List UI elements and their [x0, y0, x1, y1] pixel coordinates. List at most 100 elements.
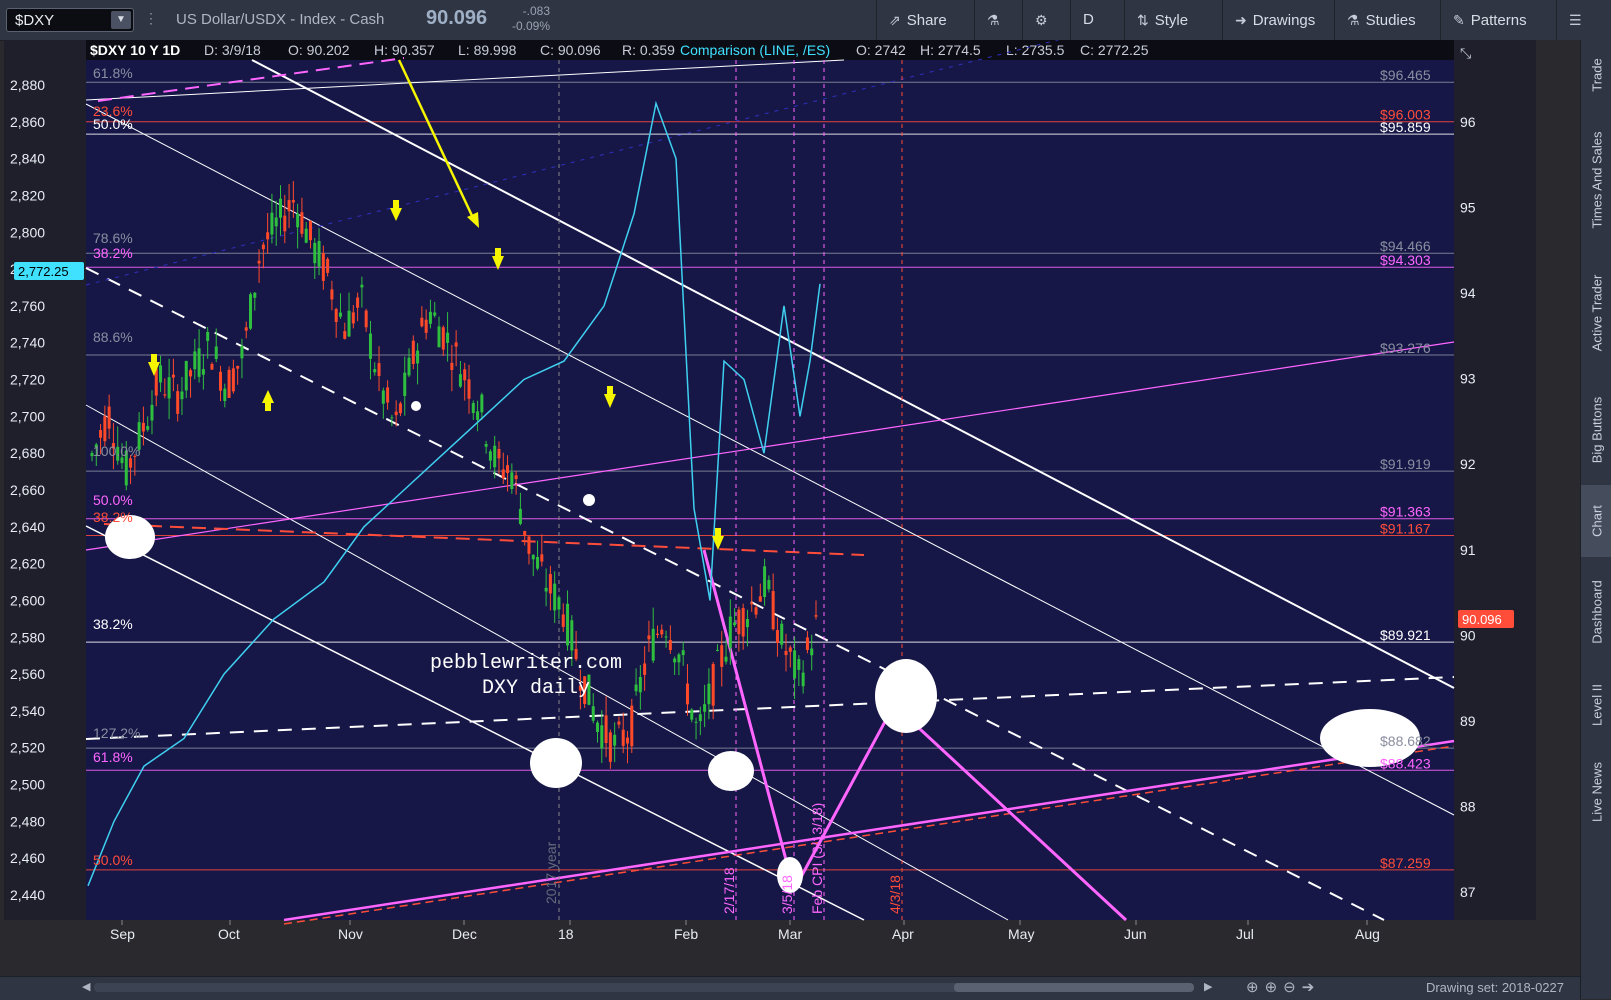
- candle-body: [630, 705, 634, 747]
- candle-body: [540, 554, 544, 562]
- candle-body: [775, 629, 779, 643]
- candle-body: [390, 417, 394, 419]
- candle-body: [296, 213, 300, 228]
- scroll-right-icon[interactable]: ▶: [1204, 980, 1212, 993]
- candle-body: [805, 637, 809, 650]
- patterns-button[interactable]: ✎ Patterns: [1440, 0, 1556, 40]
- symbol-dropdown-icon[interactable]: ▼: [111, 11, 131, 29]
- left-tick-label: 2,500: [10, 777, 45, 793]
- candle-body: [304, 228, 308, 243]
- rail-tab-big-buttons[interactable]: Big Buttons: [1581, 375, 1611, 485]
- vlabel-d3: 4/3/18: [887, 875, 903, 914]
- style-button[interactable]: ⇅ Style: [1124, 0, 1222, 40]
- left-tick-label: 2,520: [10, 740, 45, 756]
- flask-button[interactable]: ⚗: [974, 0, 1022, 40]
- level-label: $88.682: [1380, 733, 1431, 749]
- symbol-input[interactable]: $DXY ▼: [6, 8, 134, 32]
- rail-tab-level-ii[interactable]: Level II: [1581, 667, 1611, 742]
- right-rail: Trade Times And Sales Active Trader Big …: [1580, 40, 1611, 999]
- symbol-text: $DXY: [15, 12, 55, 29]
- fib-label: 88.6%: [93, 329, 133, 345]
- candle-body: [596, 722, 600, 733]
- left-tick-label: 2,480: [10, 813, 45, 829]
- level-label: $96.465: [1380, 67, 1431, 83]
- level-label: $87.259: [1380, 855, 1431, 871]
- candle-body: [634, 684, 638, 692]
- rail-tab-trade[interactable]: Trade: [1581, 40, 1611, 110]
- candle-body: [737, 609, 741, 635]
- candle-body: [163, 394, 167, 396]
- candle-body: [398, 403, 402, 414]
- x-tick-label: Oct: [218, 926, 240, 942]
- candle-body: [308, 221, 312, 241]
- left-tick-label: 2,880: [10, 77, 45, 93]
- candle-body: [428, 311, 432, 324]
- candle-body: [617, 721, 621, 725]
- candle-body: [681, 650, 685, 656]
- candle-body: [249, 294, 253, 329]
- rail-tab-live-news[interactable]: Live News: [1581, 742, 1611, 842]
- fib-label: 61.8%: [93, 65, 133, 81]
- time-scrollbar[interactable]: [94, 983, 1194, 992]
- candle-body: [338, 312, 342, 317]
- rail-label: Level II: [1589, 683, 1604, 726]
- menu-button[interactable]: ☰: [1556, 0, 1611, 40]
- share-button[interactable]: ⇗ Share: [876, 0, 974, 40]
- candle-body: [219, 371, 223, 391]
- candle-body: [291, 199, 295, 203]
- header-comp-low: L: 2735.5: [1006, 42, 1065, 58]
- candle-body: [553, 583, 557, 611]
- left-tick-label: 2,600: [10, 592, 45, 608]
- bottom-bar: ◀ ▶ ⊕⊕⊖➔ Drawing set: 2018-0227: [0, 976, 1580, 1000]
- candle-body: [506, 465, 510, 473]
- scroll-left-icon[interactable]: ◀: [82, 980, 90, 993]
- candle-body: [604, 715, 608, 743]
- level-label: $94.303: [1380, 252, 1431, 268]
- candle-body: [129, 458, 133, 468]
- scroll-thumb[interactable]: [954, 983, 1194, 992]
- candle-body: [244, 327, 248, 331]
- candle-body: [566, 603, 570, 646]
- candle-body: [613, 734, 617, 746]
- collapse-icon: ⤡: [1460, 45, 1471, 61]
- rail-tab-active-trader[interactable]: Active Trader: [1581, 250, 1611, 375]
- candle-body: [394, 411, 398, 416]
- rail-tab-times-and-sales[interactable]: Times And Sales: [1581, 110, 1611, 250]
- style-label: Style: [1154, 12, 1189, 29]
- candle-body: [347, 310, 351, 337]
- left-tick-label: 2,580: [10, 629, 45, 645]
- period-button[interactable]: D: [1070, 0, 1124, 40]
- zoom-controls[interactable]: ⊕⊕⊖➔: [1246, 978, 1320, 996]
- x-tick-label: 18: [558, 926, 574, 942]
- candle-body: [450, 362, 454, 370]
- vlabel-d2: 3/5/18: [779, 875, 795, 914]
- x-tick-label: Dec: [452, 926, 477, 942]
- rail-tab-dashboard[interactable]: Dashboard: [1581, 557, 1611, 667]
- candle-body: [193, 351, 197, 370]
- left-tick-label: 2,680: [10, 445, 45, 461]
- rail-tab-chart[interactable]: Chart: [1581, 485, 1611, 557]
- link-icon[interactable]: ⋮: [144, 10, 158, 27]
- header-comp-high: H: 2774.5: [920, 42, 981, 58]
- candle-body: [236, 365, 240, 369]
- left-tick-label: 2,840: [10, 151, 45, 167]
- candle-body: [510, 472, 514, 490]
- candle-body: [458, 374, 462, 387]
- candle-body: [814, 615, 818, 617]
- candle-body: [424, 319, 428, 333]
- candle-body: [703, 704, 707, 712]
- studies-label: Studies: [1365, 12, 1416, 29]
- patterns-icon: ✎: [1453, 12, 1465, 28]
- drawings-button[interactable]: ➜ Drawings: [1222, 0, 1334, 40]
- candle-body: [570, 620, 574, 651]
- candle-body: [368, 333, 372, 359]
- studies-button[interactable]: ⚗ Studies: [1334, 0, 1440, 40]
- watermark-line2: DXY daily: [482, 677, 590, 700]
- header-comp-close: C: 2772.25: [1080, 42, 1149, 58]
- candle-body: [793, 650, 797, 679]
- candle-body: [655, 633, 659, 635]
- price-chart[interactable]: $DXY 10 Y 1D D: 3/9/18 O: 90.202 H: 90.3…: [4, 40, 1580, 974]
- settings-button[interactable]: ⚙: [1022, 0, 1070, 40]
- candle-body: [600, 725, 604, 749]
- candle-body: [784, 650, 788, 656]
